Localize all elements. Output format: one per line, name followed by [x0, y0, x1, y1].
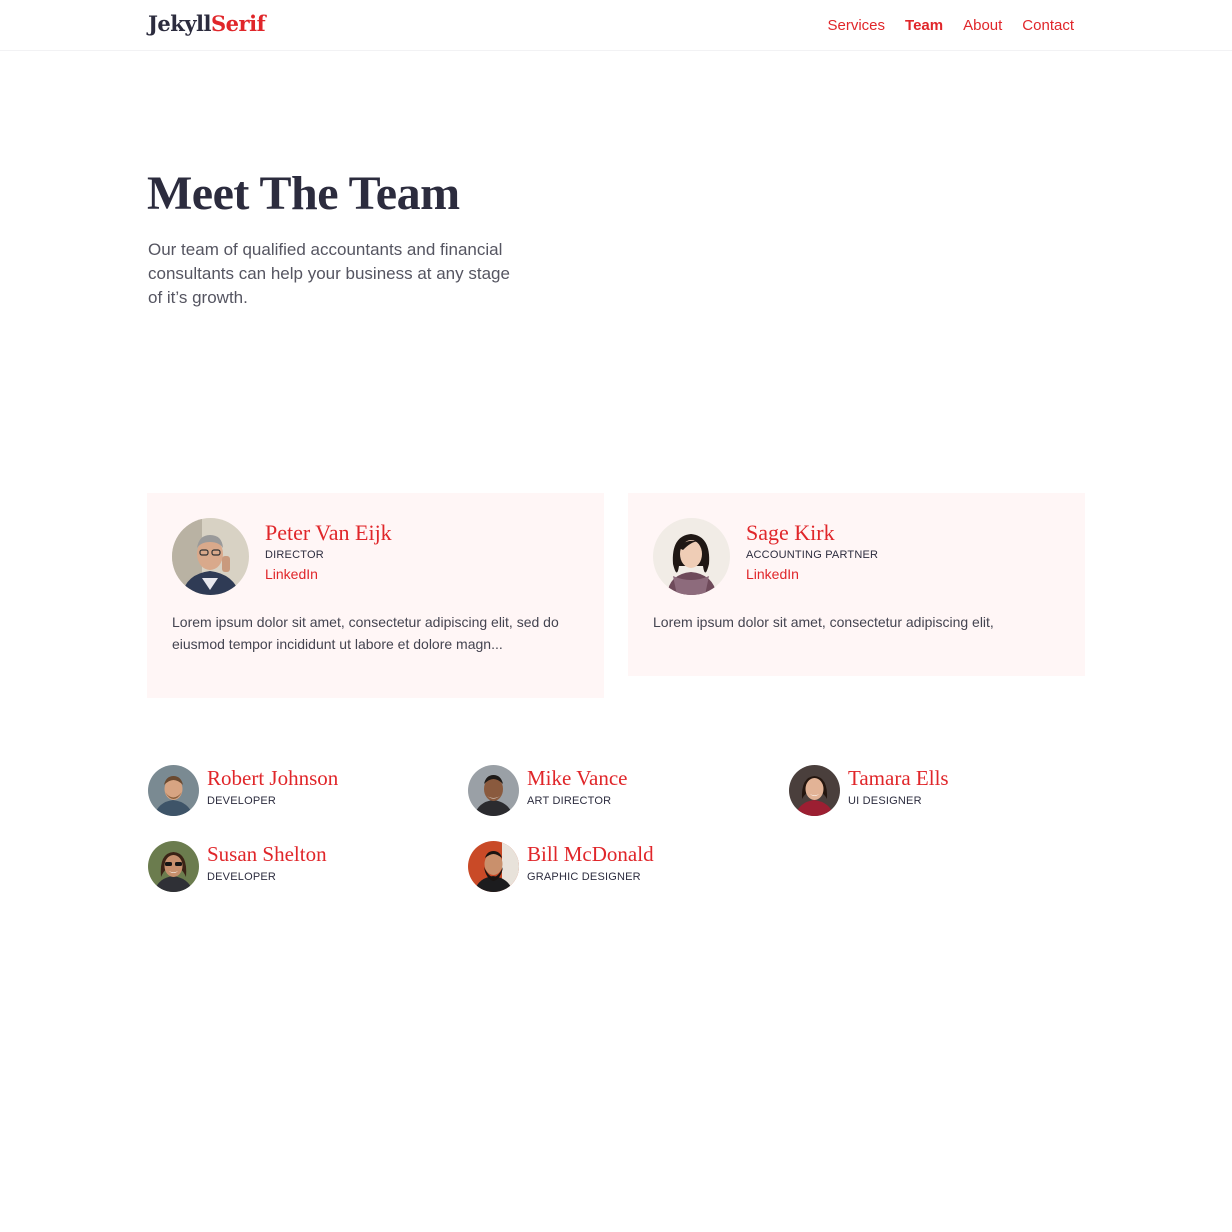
member-bio: Lorem ipsum dolor sit amet, consectetur … [172, 614, 559, 652]
site-header: JekyllSerif Services Team About Contact [0, 0, 1232, 51]
avatar [468, 765, 519, 816]
nav-team[interactable]: Team [905, 17, 943, 34]
member-name: Peter Van Eijk [265, 520, 392, 545]
avatar [148, 765, 199, 816]
page-intro: Our team of qualified accountants and fi… [148, 240, 510, 307]
team-member: Robert Johnson DEVELOPER [148, 765, 448, 817]
logo-part-2: Serif [211, 11, 266, 36]
member-name: Tamara Ells [848, 766, 949, 790]
member-name: Susan Shelton [207, 842, 327, 866]
member-name: Bill McDonald [527, 842, 654, 866]
member-role: ACCOUNTING PARTNER [746, 549, 879, 561]
team-member: Bill McDonald GRAPHIC DESIGNER [468, 841, 768, 893]
avatar [653, 518, 730, 595]
featured-member-card: Sage Kirk ACCOUNTING PARTNER LinkedIn Lo… [628, 493, 1085, 676]
member-role: DEVELOPER [207, 871, 277, 883]
team-member: Susan Shelton DEVELOPER [148, 841, 448, 893]
nav-services[interactable]: Services [827, 17, 885, 34]
nav-about[interactable]: About [963, 17, 1002, 34]
page-title: Meet The Team [147, 167, 460, 220]
member-role: DIRECTOR [265, 549, 324, 561]
avatar [172, 518, 249, 595]
linkedin-link[interactable]: LinkedIn [265, 566, 318, 582]
member-role: UI DESIGNER [848, 795, 922, 807]
team-member: Tamara Ells UI DESIGNER [789, 765, 1089, 817]
member-role: GRAPHIC DESIGNER [527, 871, 641, 883]
nav-contact[interactable]: Contact [1022, 17, 1074, 34]
team-member: Mike Vance ART DIRECTOR [468, 765, 768, 817]
member-role: DEVELOPER [207, 795, 277, 807]
member-name: Robert Johnson [207, 766, 339, 790]
avatar [148, 841, 199, 892]
site-logo[interactable]: JekyllSerif [148, 11, 266, 36]
member-role: ART DIRECTOR [527, 795, 612, 807]
featured-member-card: Peter Van Eijk DIRECTOR LinkedIn Lorem i… [147, 493, 604, 698]
avatar [468, 841, 519, 892]
logo-part-1: Jekyll [148, 11, 212, 36]
member-name: Mike Vance [527, 766, 628, 790]
main-nav: Services Team About Contact [827, 17, 1074, 34]
avatar [789, 765, 840, 816]
member-bio: Lorem ipsum dolor sit amet, consectetur … [653, 614, 994, 630]
linkedin-link[interactable]: LinkedIn [746, 566, 799, 582]
member-name: Sage Kirk [746, 520, 835, 545]
